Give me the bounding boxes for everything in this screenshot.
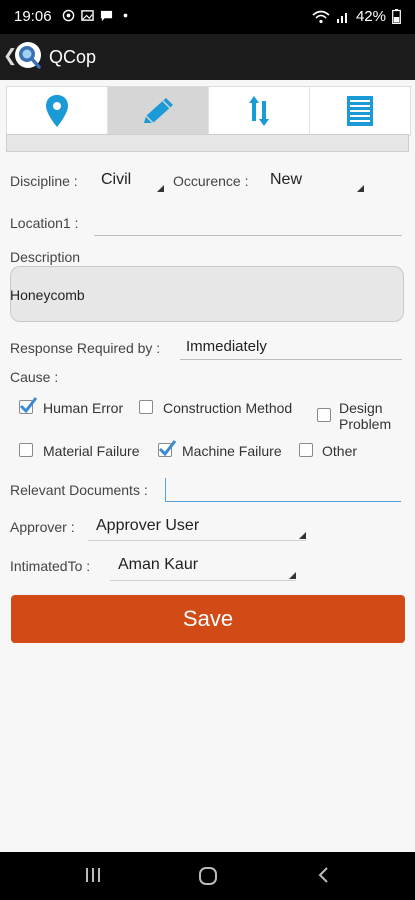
app-title: QCop	[49, 47, 97, 67]
response-label: Response Required by :	[10, 340, 161, 356]
dropdown-arrow-icon	[157, 185, 164, 192]
checkbox-machine-failure[interactable]	[158, 440, 176, 457]
approver-label: Approver :	[10, 519, 75, 535]
cause-label-material-failure: Material Failure	[43, 443, 140, 459]
cause-label-design-problem: Design Problem	[339, 400, 392, 430]
checkbox-design-problem[interactable]	[317, 408, 331, 422]
battery-icon	[392, 9, 401, 24]
save-button[interactable]: Save	[11, 595, 405, 643]
cause-label-other: Other	[322, 443, 358, 459]
description-label: Description	[10, 249, 81, 265]
list-icon	[347, 96, 373, 126]
response-underline	[180, 359, 402, 360]
intimated-underline	[110, 580, 296, 581]
wifi-icon	[312, 10, 330, 23]
check-icon	[158, 440, 176, 457]
checkbox-other[interactable]	[299, 443, 313, 457]
tab-location[interactable]	[7, 87, 108, 135]
intimated-label: IntimatedTo :	[10, 558, 91, 574]
location-label: Location1 :	[10, 215, 79, 231]
dot-icon	[123, 13, 128, 18]
app-logo[interactable]	[12, 39, 46, 73]
system-nav-bar	[0, 852, 415, 900]
check-icon	[19, 397, 37, 414]
approver-dropdown[interactable]: Approver User	[88, 515, 306, 539]
approver-underline	[88, 540, 306, 541]
response-value: Immediately	[186, 338, 267, 355]
intimated-dropdown[interactable]: Aman Kaur	[110, 555, 296, 579]
occurence-dropdown[interactable]: New	[262, 170, 364, 192]
response-input[interactable]: Immediately	[180, 337, 402, 359]
checkbox-human-error[interactable]	[19, 397, 37, 414]
status-right: 42%	[312, 8, 401, 25]
message-icon	[100, 10, 113, 22]
tab-bar	[6, 86, 411, 136]
whatsapp-icon	[62, 9, 75, 22]
occurence-label: Occurence :	[173, 173, 249, 189]
location-underline	[94, 235, 402, 236]
dropdown-arrow-icon	[289, 572, 296, 579]
signal-icon	[336, 12, 347, 23]
cause-label-machine-failure: Machine Failure	[182, 443, 282, 459]
gallery-icon	[81, 10, 94, 21]
discipline-value: Civil	[101, 171, 132, 188]
intimated-value: Aman Kaur	[118, 556, 199, 573]
status-left-icons	[62, 9, 132, 22]
cause-label-human-error: Human Error	[43, 400, 124, 416]
battery-percent: 42%	[355, 8, 386, 25]
status-time: 19:06	[14, 8, 52, 25]
app-bar: ❮ QCop	[0, 34, 415, 80]
pencil-icon	[144, 98, 173, 124]
checkbox-construction-method[interactable]	[139, 400, 153, 414]
cause-label: Cause :	[10, 369, 59, 385]
tab-transfer[interactable]	[209, 87, 310, 135]
relevant-docs-input[interactable]	[165, 478, 401, 502]
dropdown-arrow-icon	[357, 185, 364, 192]
location-input[interactable]	[94, 212, 402, 234]
back-nav-icon[interactable]	[316, 866, 330, 884]
dropdown-arrow-icon	[299, 532, 306, 539]
recent-apps-icon[interactable]	[84, 866, 102, 884]
approver-value: Approver User	[96, 517, 200, 534]
location-pin-icon	[46, 95, 68, 127]
tab-subbar	[6, 134, 409, 152]
tab-list[interactable]	[310, 87, 410, 135]
checkbox-material-failure[interactable]	[19, 443, 33, 457]
sort-arrows-icon	[249, 96, 269, 126]
home-icon[interactable]	[198, 866, 218, 886]
tab-edit[interactable]	[108, 87, 209, 135]
status-bar: 19:06 42%	[0, 0, 415, 34]
discipline-dropdown[interactable]: Civil	[94, 170, 164, 192]
discipline-label: Discipline :	[10, 173, 78, 189]
description-value: Honeycomb	[10, 287, 85, 303]
cause-label-construction-method: Construction Method	[163, 400, 293, 416]
occurence-value: New	[270, 171, 303, 188]
relevant-docs-label: Relevant Documents :	[10, 482, 148, 498]
